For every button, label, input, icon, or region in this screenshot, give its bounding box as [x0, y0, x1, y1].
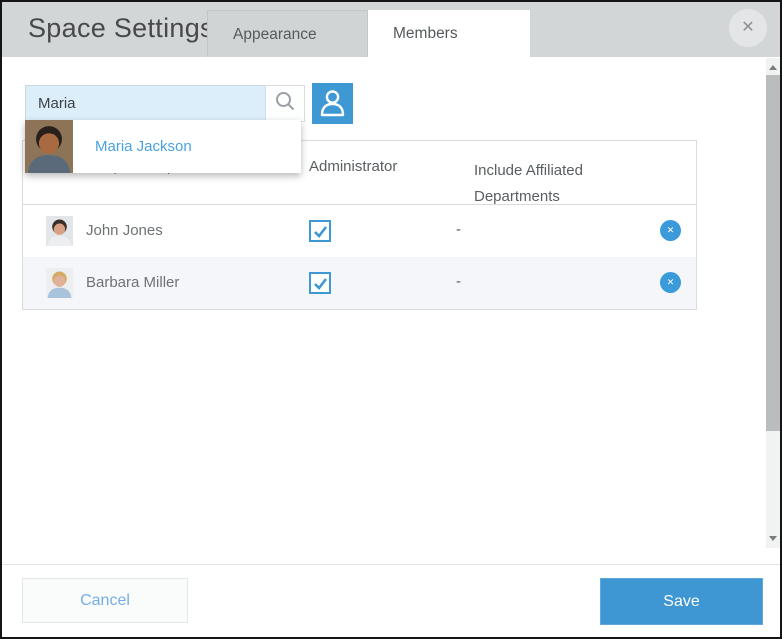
member-search-input[interactable]	[25, 85, 265, 122]
remove-member-icon[interactable]: ✕	[660, 272, 681, 293]
member-rows: John Jones - ✕ Barbara Miller - ✕	[23, 205, 696, 309]
member-avatar	[46, 268, 73, 298]
include-affiliated-value: -	[456, 221, 461, 238]
vertical-scrollbar[interactable]	[766, 58, 780, 548]
scrollbar-thumb[interactable]	[766, 75, 780, 431]
suggestion-name: Maria Jackson	[95, 138, 192, 155]
member-avatar	[46, 216, 73, 246]
search-button[interactable]	[265, 85, 305, 122]
search-suggestion-item[interactable]: Maria Jackson	[25, 120, 301, 173]
remove-member-icon[interactable]: ✕	[660, 220, 681, 241]
dialog-footer: Cancel Save	[2, 564, 780, 637]
page-title: Space Settings	[28, 13, 214, 44]
member-name: Barbara Miller	[86, 274, 179, 291]
dialog-header: Space Settings Appearance Members ✕	[2, 2, 780, 57]
administrator-checkbox[interactable]	[309, 272, 331, 294]
search-icon	[274, 90, 296, 117]
tab-members[interactable]: Members	[368, 10, 530, 64]
tab-appearance[interactable]: Appearance	[207, 10, 368, 57]
save-button[interactable]: Save	[600, 578, 763, 625]
table-row: John Jones - ✕	[23, 205, 696, 257]
include-affiliated-value: -	[456, 273, 461, 290]
add-member-button[interactable]	[312, 83, 353, 124]
table-row: Barbara Miller - ✕	[23, 257, 696, 309]
person-icon	[319, 88, 346, 120]
column-administrator: Administrator	[309, 158, 397, 175]
column-include-affiliated: Include Affiliated Departments	[474, 158, 614, 210]
administrator-checkbox[interactable]	[309, 220, 331, 242]
scroll-up-icon[interactable]	[769, 65, 777, 70]
scroll-down-icon[interactable]	[769, 536, 777, 541]
close-icon[interactable]: ✕	[729, 9, 767, 47]
maria-jackson-avatar	[25, 120, 73, 173]
space-settings-dialog: Space Settings Appearance Members ✕ Mari…	[0, 0, 782, 639]
member-name: John Jones	[86, 222, 163, 239]
cancel-button[interactable]: Cancel	[22, 578, 188, 623]
